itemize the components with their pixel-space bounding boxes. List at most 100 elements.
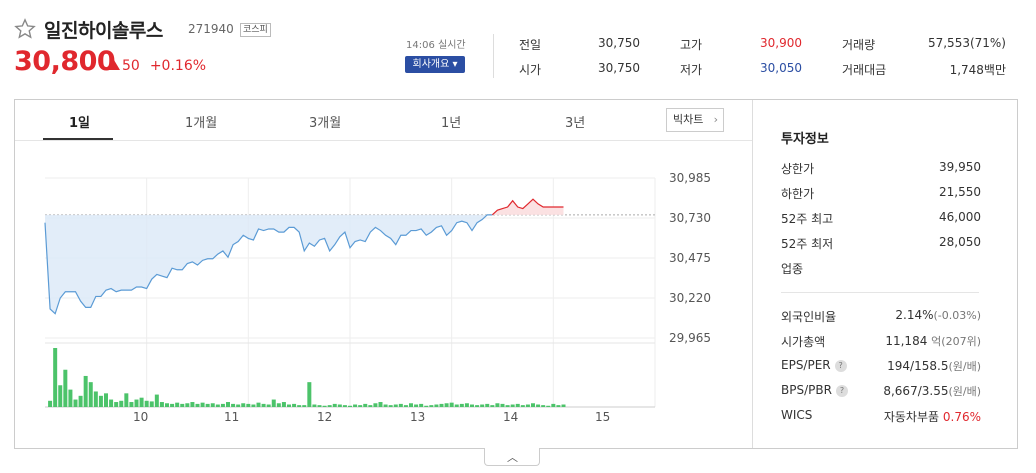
- 52week-low-label: 52주 최저: [781, 237, 834, 251]
- investment-info-title: 투자정보: [781, 132, 829, 147]
- period-tabs: 1일 1개월 3개월 1년 3년 빅차트 ›: [15, 100, 752, 140]
- upper-limit-value: 39,950: [939, 160, 981, 174]
- lower-limit-label: 하한가: [781, 187, 815, 201]
- volume-bar: [276, 403, 281, 407]
- wics-change: 0.76%: [942, 410, 981, 424]
- wics-sector-link[interactable]: 자동차부품: [884, 410, 939, 424]
- company-overview-button[interactable]: 회사개요 ▾: [405, 56, 465, 73]
- volume-bar: [556, 405, 561, 407]
- chevron-right-icon: ›: [713, 113, 718, 126]
- current-price: 30,800: [14, 46, 116, 77]
- tab-3month[interactable]: 3개월: [309, 112, 341, 131]
- stock-widget: 일진하이솔루스 271940 코스피 30,800 50 +0.16% 14:06…: [0, 0, 1036, 473]
- big-chart-button[interactable]: 빅차트 ›: [666, 108, 724, 132]
- bps-pbr-number: 8,667/3.55: [883, 384, 949, 398]
- market-cap-label: 시가총액: [781, 335, 826, 349]
- volume-bar: [205, 403, 210, 407]
- low-label: 저가: [680, 63, 703, 77]
- 52week-low-value: 28,050: [939, 235, 981, 249]
- volume-bar: [63, 369, 68, 407]
- market-cap-unit: 억(207위): [931, 335, 981, 348]
- volume-bar: [464, 403, 469, 407]
- volume-bar: [220, 403, 225, 407]
- open-label: 시가: [519, 63, 542, 77]
- y-tick-label: 30,475: [669, 251, 711, 265]
- volume-bar: [332, 403, 337, 407]
- side-divider: [781, 292, 979, 293]
- volume-bar: [363, 403, 368, 407]
- y-tick-label: 29,965: [669, 331, 711, 345]
- volume-bar: [53, 348, 58, 407]
- volume-bar: [444, 403, 449, 407]
- volume-bar: [495, 403, 500, 407]
- volume-bar: [78, 395, 83, 407]
- prev-close-value: 30,750: [598, 36, 640, 50]
- volume-bar: [378, 402, 383, 407]
- chart-panel: 1일 1개월 3개월 1년 3년 빅차트 › 30,985 30,730 30,4…: [14, 99, 1018, 449]
- volume-bar: [88, 382, 93, 407]
- volume-bar: [48, 400, 53, 407]
- volume-bar: [505, 405, 510, 407]
- tab-1day[interactable]: 1일: [69, 112, 90, 131]
- volume-bar: [281, 402, 286, 407]
- volume-bar: [297, 405, 302, 407]
- volume-bar: [93, 391, 98, 407]
- tab-1month[interactable]: 1개월: [185, 112, 217, 131]
- volume-bar: [454, 404, 459, 407]
- volume-bar: [195, 403, 200, 407]
- wics-label: WICS: [781, 408, 813, 422]
- price-area-below-close: [45, 214, 493, 314]
- volume-bar: [119, 400, 124, 407]
- volume-bar: [449, 402, 454, 407]
- stock-name[interactable]: 일진하이솔루스: [44, 16, 163, 43]
- volume-bar: [459, 403, 464, 407]
- y-tick-label: 30,220: [669, 291, 711, 305]
- bps-pbr-label: BPS/PBR?: [781, 383, 848, 397]
- change-percent: +0.16%: [149, 58, 207, 74]
- wics-value: 자동차부품 0.76%: [884, 408, 981, 425]
- market-badge: 코스피: [240, 23, 271, 37]
- intraday-chart[interactable]: [15, 141, 752, 448]
- tab-1year[interactable]: 1년: [441, 112, 461, 131]
- up-arrow-icon: [108, 60, 120, 70]
- divider: [493, 34, 494, 78]
- change-amount: 50: [122, 58, 140, 74]
- volume-bar: [144, 400, 149, 407]
- volume-bar: [98, 395, 103, 407]
- favorite-star-icon[interactable]: [14, 18, 36, 40]
- eps-per-label: EPS/PER?: [781, 358, 847, 372]
- volume-bar: [515, 403, 520, 407]
- volume-bar: [424, 405, 429, 407]
- volume-bar: [393, 404, 398, 407]
- eps-per-number: 194/158.5: [887, 359, 949, 373]
- volume-bar: [73, 399, 78, 407]
- volume-bar: [388, 405, 393, 407]
- help-icon[interactable]: ?: [834, 360, 847, 372]
- volume-bar: [287, 404, 291, 407]
- volume-bar: [104, 393, 108, 407]
- volume-bar: [307, 382, 312, 407]
- volume-bar: [246, 403, 251, 407]
- chevron-up-icon: ︿: [507, 451, 518, 464]
- volume-bar: [327, 405, 332, 407]
- tab-3year[interactable]: 3년: [565, 112, 585, 131]
- volume-bar: [210, 403, 215, 407]
- amount-label: 거래대금: [842, 63, 887, 77]
- volume-bar: [475, 405, 480, 407]
- volume-label: 거래량: [842, 38, 876, 52]
- volume-bar: [312, 404, 317, 407]
- x-tick-label: 12: [317, 410, 333, 424]
- volume-bar: [358, 405, 363, 407]
- volume-bar: [368, 405, 373, 407]
- price-change: 50 +0.16%: [108, 58, 206, 74]
- x-tick-label: 15: [595, 410, 611, 424]
- volume-bar: [58, 385, 63, 407]
- volume-bar: [510, 404, 515, 407]
- volume-bar: [541, 405, 546, 407]
- high-label: 고가: [680, 38, 703, 52]
- eps-per-label-text: EPS/PER: [781, 358, 831, 372]
- volume-bar: [485, 403, 490, 407]
- help-icon[interactable]: ?: [835, 385, 848, 397]
- collapse-button[interactable]: ︿: [484, 448, 540, 466]
- volume-bar: [551, 403, 556, 407]
